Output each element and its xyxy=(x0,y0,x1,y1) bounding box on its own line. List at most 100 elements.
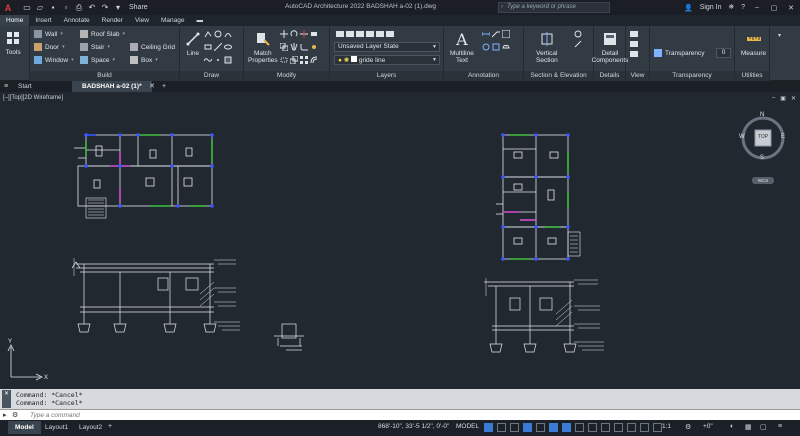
keynote-icon[interactable] xyxy=(492,43,500,51)
details-panel-title[interactable]: Details xyxy=(594,71,625,81)
workspace-icon[interactable]: ▾ xyxy=(113,3,123,13)
window-button[interactable]: Window ▾ xyxy=(34,56,74,64)
tab-view[interactable]: View xyxy=(129,15,155,26)
save-icon[interactable]: ▪ xyxy=(48,3,58,13)
add-layout-icon[interactable]: + xyxy=(108,423,112,430)
layer-walk-icon[interactable] xyxy=(386,30,394,38)
draw-panel-title[interactable]: Draw xyxy=(180,71,243,81)
close-button[interactable]: ✕ xyxy=(786,4,796,12)
maximize-button[interactable]: ▢ xyxy=(769,4,779,12)
ceiling-grid-button[interactable]: Ceiling Grid xyxy=(130,43,175,51)
compass-north[interactable]: N xyxy=(760,112,764,118)
roof-slab-button[interactable]: Roof Slab ▾ xyxy=(80,30,125,38)
array-icon[interactable] xyxy=(300,56,308,64)
revision-cloud-icon[interactable] xyxy=(502,43,510,51)
annotation-panel-title[interactable]: Annotation xyxy=(444,71,523,81)
compass-east[interactable]: E xyxy=(781,134,785,140)
region-icon[interactable] xyxy=(224,56,232,64)
layout-tab-layout2[interactable]: Layout2 xyxy=(72,421,109,434)
table-icon[interactable] xyxy=(501,29,511,39)
help-icon[interactable]: ? xyxy=(741,4,745,11)
tab-home[interactable]: Home xyxy=(0,15,30,26)
new-icon[interactable]: ▭ xyxy=(22,3,32,13)
polyline-icon[interactable] xyxy=(204,30,212,38)
mirror-icon[interactable] xyxy=(290,43,298,51)
new-tab-icon[interactable]: + xyxy=(162,81,166,92)
command-close-icon[interactable]: ✕ xyxy=(2,390,11,408)
spline-icon[interactable] xyxy=(203,56,213,64)
door-button[interactable]: Door ▾ xyxy=(34,43,65,51)
leader-icon[interactable] xyxy=(491,30,500,38)
layer-properties-icon[interactable] xyxy=(336,30,344,38)
match-properties-button[interactable]: Match Properties xyxy=(248,30,278,64)
hatch-icon[interactable] xyxy=(213,42,223,52)
detail-components-button[interactable]: Detail Components xyxy=(592,30,628,64)
dimension-icon[interactable] xyxy=(481,30,491,38)
fillet-icon[interactable] xyxy=(300,43,308,51)
user-icon[interactable]: 👤 xyxy=(684,4,693,12)
explode-icon[interactable] xyxy=(310,43,318,51)
point-icon[interactable] xyxy=(214,56,222,64)
save-as-icon[interactable]: ▫ xyxy=(61,3,71,13)
annotation-visibility-icon[interactable] xyxy=(640,423,649,432)
layer-lock-icon[interactable] xyxy=(366,30,374,38)
tab-manage[interactable]: Manage xyxy=(155,15,191,26)
tab-annotate[interactable]: Annotate xyxy=(58,15,96,26)
modify-panel-title[interactable]: Modify xyxy=(244,71,329,81)
redo-icon[interactable]: ↷ xyxy=(100,3,110,13)
layer-on-icon[interactable] xyxy=(346,30,354,38)
scale-icon[interactable] xyxy=(289,55,299,65)
3d-osnap-icon[interactable] xyxy=(614,423,623,432)
transparency-toggle-icon[interactable] xyxy=(588,423,597,432)
copy-icon[interactable] xyxy=(279,42,289,52)
wcs-menu[interactable]: WCS xyxy=(752,177,774,184)
object-snap-tracking-icon[interactable] xyxy=(549,423,558,432)
visual-style-icon[interactable] xyxy=(630,40,638,48)
elevation-offset[interactable]: +0" xyxy=(703,423,713,430)
utilities-panel-title[interactable]: Utilities xyxy=(735,71,769,81)
drawing-tab[interactable]: BADSHAH a-02 (1)* xyxy=(72,81,152,92)
build-panel-title[interactable]: Build xyxy=(30,71,179,81)
isolate-objects-icon[interactable]: ◐ xyxy=(730,423,734,430)
offset-icon[interactable] xyxy=(310,56,318,64)
tag-icon[interactable] xyxy=(482,43,490,51)
box-button[interactable]: Box ▾ xyxy=(130,56,158,64)
multiline-text-button[interactable]: A Multiline Text xyxy=(450,30,474,64)
layers-panel-title[interactable]: Layers xyxy=(330,71,443,81)
viewcube-top-face[interactable]: TOP xyxy=(756,134,770,140)
cart-icon[interactable]: ⛯ xyxy=(728,4,734,12)
rotate-icon[interactable] xyxy=(290,30,298,38)
current-layer-select[interactable]: ● ✺ gride line ▼ xyxy=(334,55,440,65)
tab-extra-icon[interactable]: ▬ xyxy=(190,15,209,26)
settings-gear-icon[interactable]: ⚙ xyxy=(685,423,691,431)
erase-icon[interactable] xyxy=(310,30,318,38)
move-icon[interactable] xyxy=(280,30,288,38)
menu-icon[interactable]: ≡ xyxy=(4,81,8,92)
drawing-viewport[interactable]: [–][Top][2D Wireframe] – ▣ ✕ Y X TOP N S… xyxy=(0,92,800,389)
ellipse-icon[interactable] xyxy=(224,43,232,51)
polar-icon[interactable] xyxy=(523,423,532,432)
sign-in-button[interactable]: Sign In xyxy=(700,4,722,11)
minimize-button[interactable]: – xyxy=(752,4,762,11)
close-tab-icon[interactable]: ✕ xyxy=(149,81,155,92)
section-panel-title[interactable]: Section & Elevation xyxy=(524,71,593,81)
command-prompt-icon[interactable]: ▸ xyxy=(3,411,7,419)
model-space-toggle[interactable]: MODEL xyxy=(456,423,479,430)
elevation-icon[interactable] xyxy=(574,30,582,38)
customization-icon[interactable]: ≡ xyxy=(778,423,782,430)
command-input[interactable] xyxy=(30,411,430,420)
space-button[interactable]: Space ▾ xyxy=(80,56,115,64)
line-button[interactable]: Line xyxy=(184,30,202,57)
rectangle-icon[interactable] xyxy=(204,43,212,51)
arc-icon[interactable] xyxy=(224,30,232,38)
stretch-icon[interactable] xyxy=(280,56,288,64)
dynamic-ucs-icon[interactable] xyxy=(627,423,636,432)
wall-button[interactable]: Wall ▾ xyxy=(34,30,63,38)
auto-scale-icon[interactable] xyxy=(653,423,662,432)
search-input[interactable]: Type a keyword or phrase xyxy=(498,2,610,13)
dropdown-icon[interactable]: ▾ xyxy=(778,32,786,40)
transparency-control[interactable]: Transparency xyxy=(654,49,705,57)
object-snap-icon[interactable] xyxy=(562,423,571,432)
tab-render[interactable]: Render xyxy=(96,15,129,26)
view-manager-icon[interactable] xyxy=(630,30,638,38)
